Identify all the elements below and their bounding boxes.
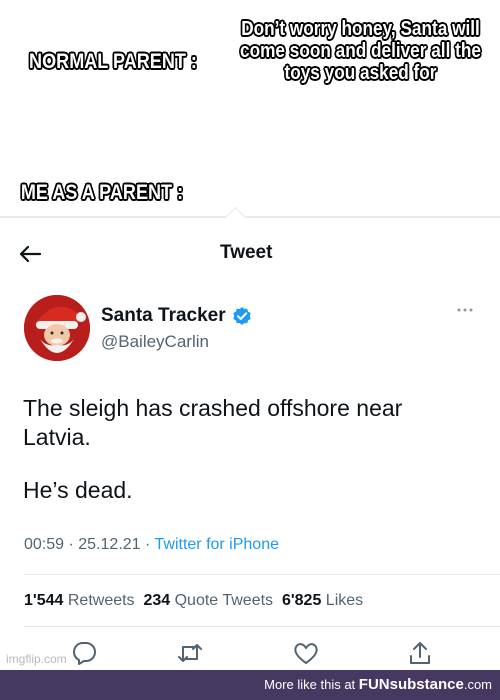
- footer-prefix: More like this at: [264, 677, 356, 692]
- imgflip-watermark: imgflip.com: [6, 652, 67, 666]
- tweet-date[interactable]: 25.12.21: [78, 536, 140, 553]
- arrow-left-icon[interactable]: [18, 244, 42, 264]
- share-icon[interactable]: [406, 640, 434, 666]
- santa-reply-caption: Don’t worry honey, Santa will come soon …: [240, 18, 481, 84]
- footer-brand-fun: FUN: [358, 676, 390, 693]
- footer-link[interactable]: More like this at FUNsubstance.com: [264, 676, 492, 693]
- likes-stat[interactable]: 6'825 Likes: [282, 592, 363, 609]
- verified-badge-icon: [233, 307, 251, 325]
- avatar[interactable]: [24, 295, 90, 361]
- me-as-parent-caption: ME AS A PARENT :: [20, 181, 184, 204]
- tweet-header: Tweet: [0, 236, 500, 272]
- divider: [0, 216, 500, 218]
- meta-separator: ·: [145, 536, 151, 553]
- footer-bar: More like this at FUNsubstance.com: [0, 670, 500, 700]
- santa-avatar-image: [24, 295, 90, 361]
- author-handle[interactable]: @BaileyCarlin: [101, 332, 209, 352]
- like-icon[interactable]: [292, 640, 320, 666]
- more-options-icon[interactable]: [455, 305, 475, 315]
- tweet-time[interactable]: 00:59: [24, 536, 64, 553]
- reply-icon[interactable]: [70, 640, 98, 666]
- quote-tweets-stat[interactable]: 234 Quote Tweets: [143, 592, 273, 609]
- footer-brand-substance: substance: [389, 676, 464, 693]
- footer-brand-com: .com: [463, 677, 492, 692]
- quote-label: Quote Tweets: [174, 592, 274, 609]
- retweet-icon[interactable]: [176, 640, 204, 666]
- quote-count: 234: [143, 592, 171, 609]
- tweet-text-line: Latvia.: [23, 424, 91, 450]
- retweets-count: 1'544: [24, 592, 64, 609]
- divider: [24, 626, 500, 627]
- retweets-label: Retweets: [67, 592, 135, 609]
- retweets-stat[interactable]: 1'544 Retweets: [24, 592, 135, 609]
- tweet-stats: 1'544 Retweets 234 Quote Tweets 6'825 Li…: [24, 592, 363, 610]
- meta-separator: ·: [68, 536, 74, 553]
- tweet-meta: 00:59 · 25.12.21 · Twitter for iPhone: [24, 536, 279, 554]
- tweet-source-link[interactable]: Twitter for iPhone: [155, 536, 280, 553]
- normal-parent-caption: NORMAL PARENT :: [29, 50, 197, 73]
- tweet-text-line: He’s dead.: [23, 477, 133, 503]
- divider: [24, 574, 500, 575]
- likes-label: Likes: [325, 592, 364, 609]
- likes-count: 6'825: [281, 592, 322, 609]
- tweet-text-line: The sleigh has crashed offshore near: [23, 395, 403, 421]
- speech-notch: [224, 206, 247, 229]
- page-title: Tweet: [220, 242, 273, 263]
- author-name[interactable]: Santa Tracker: [101, 305, 226, 327]
